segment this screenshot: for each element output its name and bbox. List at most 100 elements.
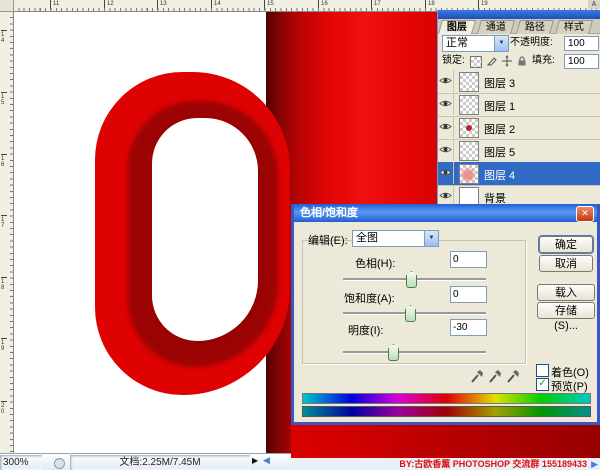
visibility-toggle[interactable] — [438, 70, 454, 92]
hue-saturation-dialog: 色相/饱和度 ✕ 编辑(E): 全图 ▼ 色相(H): 饱和度(A): 明度(I… — [291, 204, 600, 425]
layer-row[interactable]: 图层 5 — [438, 139, 600, 163]
tab-styles[interactable]: 样式 — [555, 20, 593, 34]
layer-thumbnail[interactable] — [459, 118, 479, 138]
layer-thumbnail[interactable] — [459, 164, 479, 184]
chevron-down-icon[interactable]: ▼ — [494, 36, 508, 51]
dialog-title: 色相/饱和度 — [300, 207, 358, 219]
layer-thumbnail[interactable] — [459, 141, 479, 161]
ruler-label: 17 — [371, 0, 381, 10]
blend-mode-row: 正常 ▼ 不透明度: 100 — [438, 35, 600, 52]
window-corner-badge: A — [588, 0, 600, 9]
lightness-slider-track[interactable] — [343, 351, 486, 353]
ruler-label: 16 — [1, 154, 7, 168]
edit-label: 编辑(E): — [308, 232, 348, 248]
lock-paint-icon[interactable] — [486, 55, 501, 67]
layer-list: 图层 3 图层 1 图层 2 图层 5 图层 4 — [438, 70, 600, 205]
mug-handle-artwork — [95, 72, 290, 395]
layers-panel: 图层 通道 路径 样式 正常 ▼ 不透明度: 100 锁定: 填充: 1 — [437, 10, 600, 205]
dialog-titlebar[interactable]: 色相/饱和度 ✕ — [294, 204, 597, 222]
lock-transparency-icon[interactable] — [470, 56, 482, 68]
layer-thumbnail[interactable] — [459, 95, 479, 115]
layer-name: 图层 1 — [484, 98, 515, 114]
blend-mode-select[interactable]: 正常 ▼ — [442, 35, 509, 52]
layer-name: 图层 5 — [484, 144, 515, 160]
ruler-label: 15 — [264, 0, 274, 10]
layer-name: 图层 3 — [484, 75, 515, 91]
layer-row[interactable]: 图层 2 — [438, 116, 600, 140]
ruler-corner — [0, 0, 14, 12]
ruler-label: 11 — [50, 0, 59, 10]
back-arrow-icon: ◀ — [263, 455, 270, 466]
photoshop-window: 11 12 13 14 15 16 17 18 19 14 15 16 17 1… — [0, 0, 600, 470]
visibility-toggle[interactable] — [438, 93, 454, 115]
ruler-label: 12 — [104, 0, 114, 10]
watermark-text: BY:古欧香薰 PHOTOSHOP 交流群 155189433 ▶ — [291, 458, 600, 470]
edit-select-value: 全图 — [356, 232, 378, 244]
tab-paths[interactable]: 路径 — [516, 20, 554, 34]
lock-label: 锁定: — [442, 53, 465, 68]
eyedropper-plus-icon[interactable] — [488, 367, 504, 384]
tab-layers[interactable]: 图层 — [438, 20, 476, 34]
adjustment-group-box — [302, 240, 526, 364]
ruler-label: 19 — [478, 0, 488, 10]
hue-input[interactable] — [450, 251, 487, 268]
preview-label: 预览(P) — [551, 378, 588, 394]
ruler-label: 17 — [1, 215, 7, 229]
lock-all-icon[interactable] — [516, 55, 531, 67]
hue-spectrum-bar-bottom — [302, 406, 591, 417]
layers-panel-titlebar[interactable] — [438, 10, 600, 19]
opacity-input[interactable]: 100 — [564, 36, 599, 51]
layer-row[interactable]: 图层 1 — [438, 93, 600, 117]
status-circle-icon — [54, 458, 65, 469]
fill-input[interactable]: 100 — [564, 54, 599, 69]
lock-move-icon[interactable] — [501, 55, 516, 67]
visibility-toggle[interactable] — [438, 116, 454, 138]
layer-row-selected[interactable]: 图层 4 — [438, 162, 600, 186]
mug-artwork-bottom — [291, 425, 600, 458]
visibility-toggle[interactable] — [438, 139, 454, 161]
visibility-toggle[interactable] — [438, 162, 454, 184]
mug-handle-hole — [152, 118, 258, 341]
ok-button[interactable]: 确定 — [539, 236, 593, 253]
ruler-label: 16 — [318, 0, 328, 10]
ruler-label: 18 — [425, 0, 435, 10]
ruler-label: 19 — [1, 338, 7, 352]
lightness-input[interactable] — [450, 319, 487, 336]
close-icon[interactable]: ✕ — [576, 206, 594, 222]
lock-row: 锁定: 填充: 100 — [438, 53, 600, 70]
ruler-label: 18 — [1, 277, 7, 291]
lightness-label: 明度(I): — [348, 322, 383, 338]
cancel-button[interactable]: 取消 — [539, 255, 593, 272]
layers-panel-tabs: 图层 通道 路径 样式 — [438, 19, 600, 34]
status-menu-arrow-icon[interactable]: ▶ — [252, 456, 258, 465]
chevron-down-icon[interactable]: ▼ — [424, 231, 438, 246]
ruler-label: 20 — [1, 401, 7, 415]
save-button[interactable]: 存储(S)... — [537, 302, 595, 319]
hue-spectrum-bar-top — [302, 393, 591, 404]
ruler-label: 14 — [211, 0, 221, 10]
load-button[interactable]: 载入(L)... — [537, 284, 595, 301]
layer-name: 图层 2 — [484, 121, 515, 137]
ruler-label: 14 — [1, 30, 7, 44]
ruler-label: 15 — [1, 92, 7, 106]
hue-label: 色相(H): — [355, 255, 395, 271]
ruler-label: 13 — [157, 0, 167, 10]
fill-label: 填充: — [532, 53, 555, 68]
opacity-label: 不透明度: — [510, 35, 553, 50]
document-size-readout[interactable]: 文档:2.25M/7.45M — [70, 455, 250, 470]
layer-name: 图层 4 — [484, 167, 515, 183]
eyedropper-icon[interactable] — [470, 367, 486, 384]
forward-arrow-icon: ▶ — [591, 458, 598, 470]
saturation-input[interactable] — [450, 286, 487, 303]
layer-thumbnail[interactable] — [459, 72, 479, 92]
blend-mode-value: 正常 — [446, 37, 468, 49]
eyedropper-minus-icon[interactable] — [506, 367, 522, 384]
saturation-label: 饱和度(A): — [344, 290, 395, 306]
preview-checkbox[interactable]: ✓ — [536, 378, 549, 391]
layer-row[interactable]: 图层 3 — [438, 70, 600, 94]
edit-select[interactable]: 全图 ▼ — [352, 230, 439, 247]
ruler-vertical: 14 15 16 17 18 19 20 — [0, 11, 14, 453]
zoom-level-input[interactable]: 300% — [0, 455, 42, 470]
colorize-checkbox[interactable] — [536, 364, 549, 377]
tab-channels[interactable]: 通道 — [477, 20, 515, 34]
